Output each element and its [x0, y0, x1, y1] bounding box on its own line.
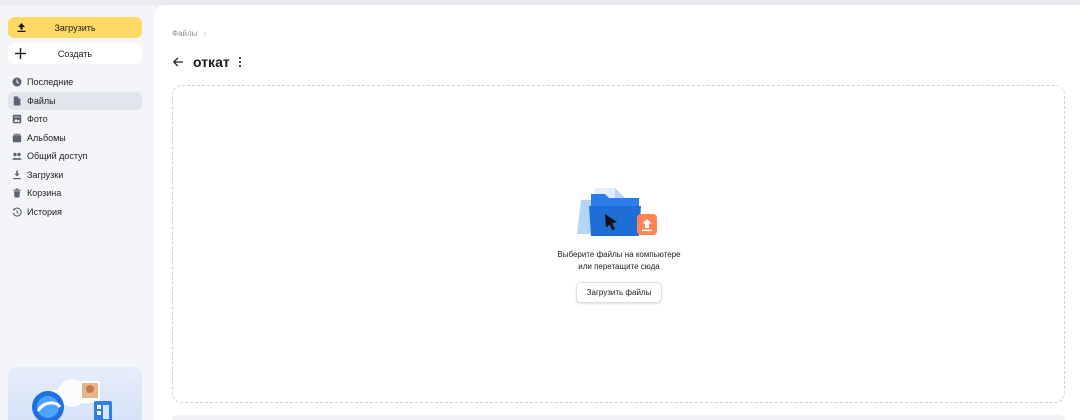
file-dropzone[interactable]: Выберите файлы на компьютере или перетащ…: [172, 85, 1065, 403]
sidebar-item-shared[interactable]: Общий доступ: [8, 147, 142, 166]
sidebar-item-history[interactable]: История: [8, 203, 142, 222]
dropzone-hint-line1: Выберите файлы на компьютере: [557, 250, 681, 259]
file-icon: [13, 96, 21, 106]
cloud-illustration-icon: [8, 367, 142, 420]
sidebar-item-label: Корзина: [27, 188, 62, 199]
shared-icon: [12, 153, 22, 161]
sidebar-item-label: Фото: [27, 114, 48, 125]
upload-button[interactable]: Загрузить: [8, 17, 142, 38]
upload-button-label: Загрузить: [54, 22, 96, 33]
sidebar-item-trash[interactable]: Корзина: [8, 184, 142, 203]
folder-upload-illustration-icon: [577, 188, 657, 236]
back-arrow-icon[interactable]: [172, 56, 184, 68]
upload-files-button[interactable]: Загрузить файлы: [576, 282, 662, 303]
sidebar-item-downloads[interactable]: Загрузки: [8, 166, 142, 185]
title-row: откат: [172, 53, 242, 71]
photo-icon: [12, 115, 22, 124]
sidebar-item-label: Последние: [27, 77, 74, 88]
main-content: Файлы › откат Выберите файлы на компьюте…: [154, 5, 1080, 420]
sidebar-item-label: История: [27, 206, 62, 217]
plus-icon: [15, 48, 26, 59]
breadcrumb-separator: ›: [203, 29, 207, 38]
albums-icon: [12, 133, 22, 142]
dropzone-hint-line2: или перетащите сюда: [578, 261, 660, 271]
sidebar-item-label: Общий доступ: [27, 151, 88, 162]
download-icon: [13, 170, 21, 179]
sidebar-item-label: Загрузки: [27, 169, 64, 180]
bottom-panel-edge: [172, 415, 1065, 420]
upload-icon: [17, 23, 26, 32]
breadcrumb: Файлы ›: [172, 29, 206, 38]
sidebar-item-photo[interactable]: Фото: [8, 110, 142, 129]
sidebar-item-files[interactable]: Файлы: [8, 91, 142, 110]
dropzone-hint: Выберите файлы на компьютере или перетащ…: [519, 249, 719, 272]
trash-icon: [13, 188, 21, 198]
history-icon: [12, 207, 22, 217]
clock-icon: [12, 77, 22, 87]
more-options-icon[interactable]: [238, 56, 242, 68]
sidebar-item-albums[interactable]: Альбомы: [8, 129, 142, 148]
sidebar-item-recent[interactable]: Последние: [8, 73, 142, 92]
promo-banner[interactable]: ×: [8, 367, 142, 420]
sidebar-item-label: Альбомы: [27, 132, 66, 143]
breadcrumb-files-link[interactable]: Файлы: [172, 29, 197, 38]
create-button-label: Создать: [57, 48, 93, 59]
promo-close-button[interactable]: ×: [131, 371, 136, 381]
page-title: откат: [193, 54, 230, 70]
sidebar: Загрузить Создать Последние Файлы Фото А…: [0, 5, 154, 420]
sidebar-item-label: Файлы: [27, 95, 56, 106]
create-button[interactable]: Создать: [8, 43, 142, 64]
sidebar-nav: Последние Файлы Фото Альбомы Общий досту…: [8, 73, 142, 221]
